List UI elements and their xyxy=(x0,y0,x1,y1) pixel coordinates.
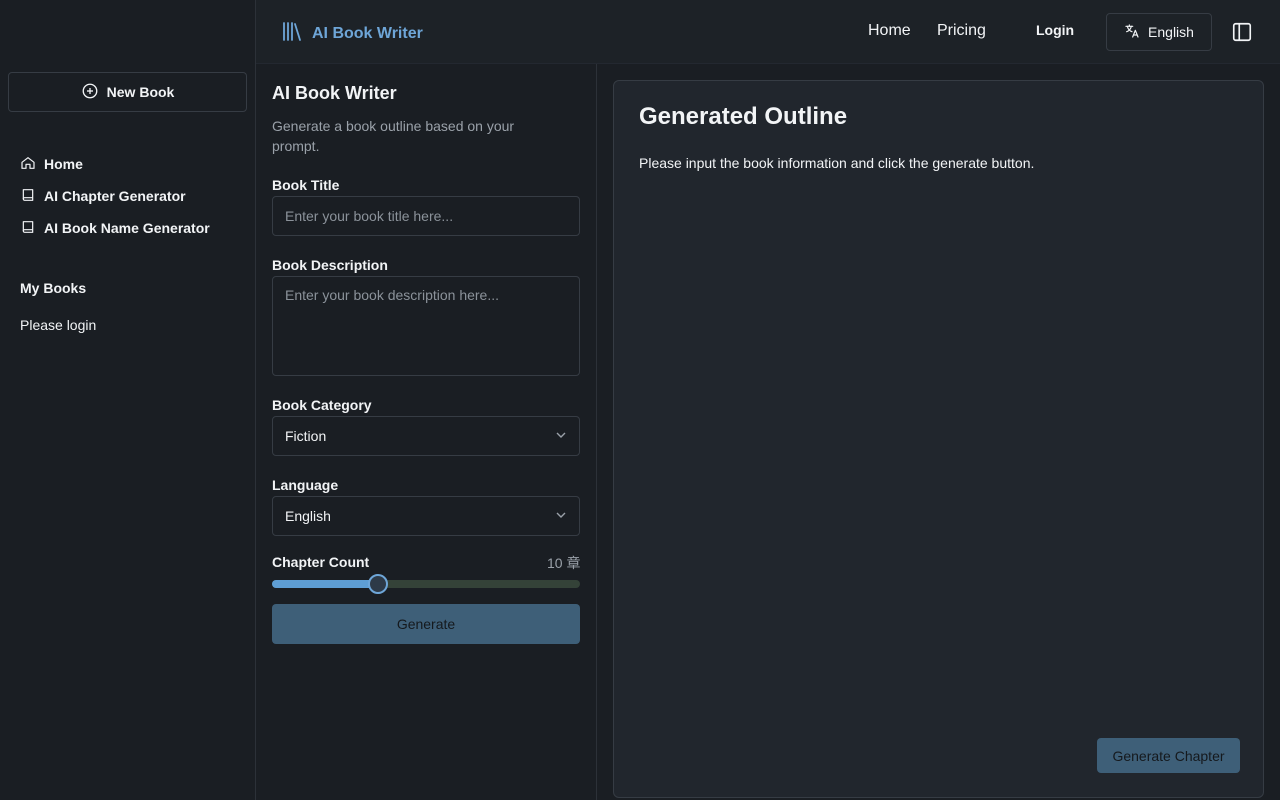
generate-chapter-button[interactable]: Generate Chapter xyxy=(1097,738,1240,773)
chapter-count-label: Chapter Count xyxy=(272,554,370,570)
sidebar-item-label: AI Chapter Generator xyxy=(44,188,186,204)
sidebar-item-label: Home xyxy=(44,156,83,172)
plus-circle-icon xyxy=(81,82,99,103)
language-select[interactable]: English xyxy=(272,496,580,536)
library-icon xyxy=(282,20,302,47)
sidebar: New Book Home AI Chapter Generator AI Bo… xyxy=(0,0,256,800)
nav-link-home[interactable]: Home xyxy=(868,22,911,40)
sidebar-item-ai-book-name-generator[interactable]: AI Book Name Generator xyxy=(20,216,240,240)
sidebar-nav: Home AI Chapter Generator AI Book Name G… xyxy=(20,152,240,248)
chevron-down-icon xyxy=(555,508,567,524)
translate-icon xyxy=(1124,23,1140,42)
new-book-button[interactable]: New Book xyxy=(8,72,247,112)
my-books-heading: My Books xyxy=(20,280,87,296)
sidebar-item-label: AI Book Name Generator xyxy=(44,220,210,236)
brand-logo[interactable]: AI Book Writer xyxy=(282,20,423,47)
book-title-input[interactable] xyxy=(272,196,580,236)
sidebar-item-ai-chapter-generator[interactable]: AI Chapter Generator xyxy=(20,184,240,208)
book-icon xyxy=(20,187,36,206)
book-icon xyxy=(20,219,36,238)
book-description-input[interactable] xyxy=(272,276,580,376)
language-value: English xyxy=(285,508,331,524)
generated-outline-panel: Generated Outline Please input the book … xyxy=(613,80,1264,798)
language-label: Language xyxy=(272,477,339,493)
new-book-label: New Book xyxy=(106,84,175,100)
output-title: Generated Outline xyxy=(639,103,848,130)
slider-thumb[interactable] xyxy=(368,574,389,594)
nav-link-pricing[interactable]: Pricing xyxy=(937,22,986,40)
login-button[interactable]: Login xyxy=(1036,22,1074,38)
language-selector[interactable]: English xyxy=(1106,13,1212,51)
brand-name: AI Book Writer xyxy=(312,24,423,42)
login-prompt: Please login xyxy=(20,317,97,333)
generate-button[interactable]: Generate xyxy=(272,604,580,644)
sidebar-item-home[interactable]: Home xyxy=(20,152,240,176)
output-placeholder-message: Please input the book information and cl… xyxy=(639,155,1035,171)
form-title: AI Book Writer xyxy=(272,83,397,103)
language-label: English xyxy=(1148,24,1194,40)
chapter-count-slider[interactable] xyxy=(272,574,580,594)
home-icon xyxy=(20,155,36,174)
book-description-label: Book Description xyxy=(272,257,388,273)
book-category-select[interactable]: Fiction xyxy=(272,416,580,456)
form-subtitle: Generate a book outline based on your pr… xyxy=(272,118,515,154)
sidebar-toggle-icon[interactable] xyxy=(1231,21,1253,43)
book-title-label: Book Title xyxy=(272,177,340,193)
book-category-value: Fiction xyxy=(285,428,327,444)
app-root: New Book Home AI Chapter Generator AI Bo… xyxy=(0,0,1280,800)
chapter-count-value: 10 章 xyxy=(547,555,581,571)
slider-fill xyxy=(272,580,379,588)
book-category-label: Book Category xyxy=(272,397,372,413)
outline-form-panel: AI Book Writer Generate a book outline b… xyxy=(256,64,597,800)
chevron-down-icon xyxy=(555,428,567,444)
top-header: AI Book Writer Home Pricing Login Englis… xyxy=(256,0,1280,64)
